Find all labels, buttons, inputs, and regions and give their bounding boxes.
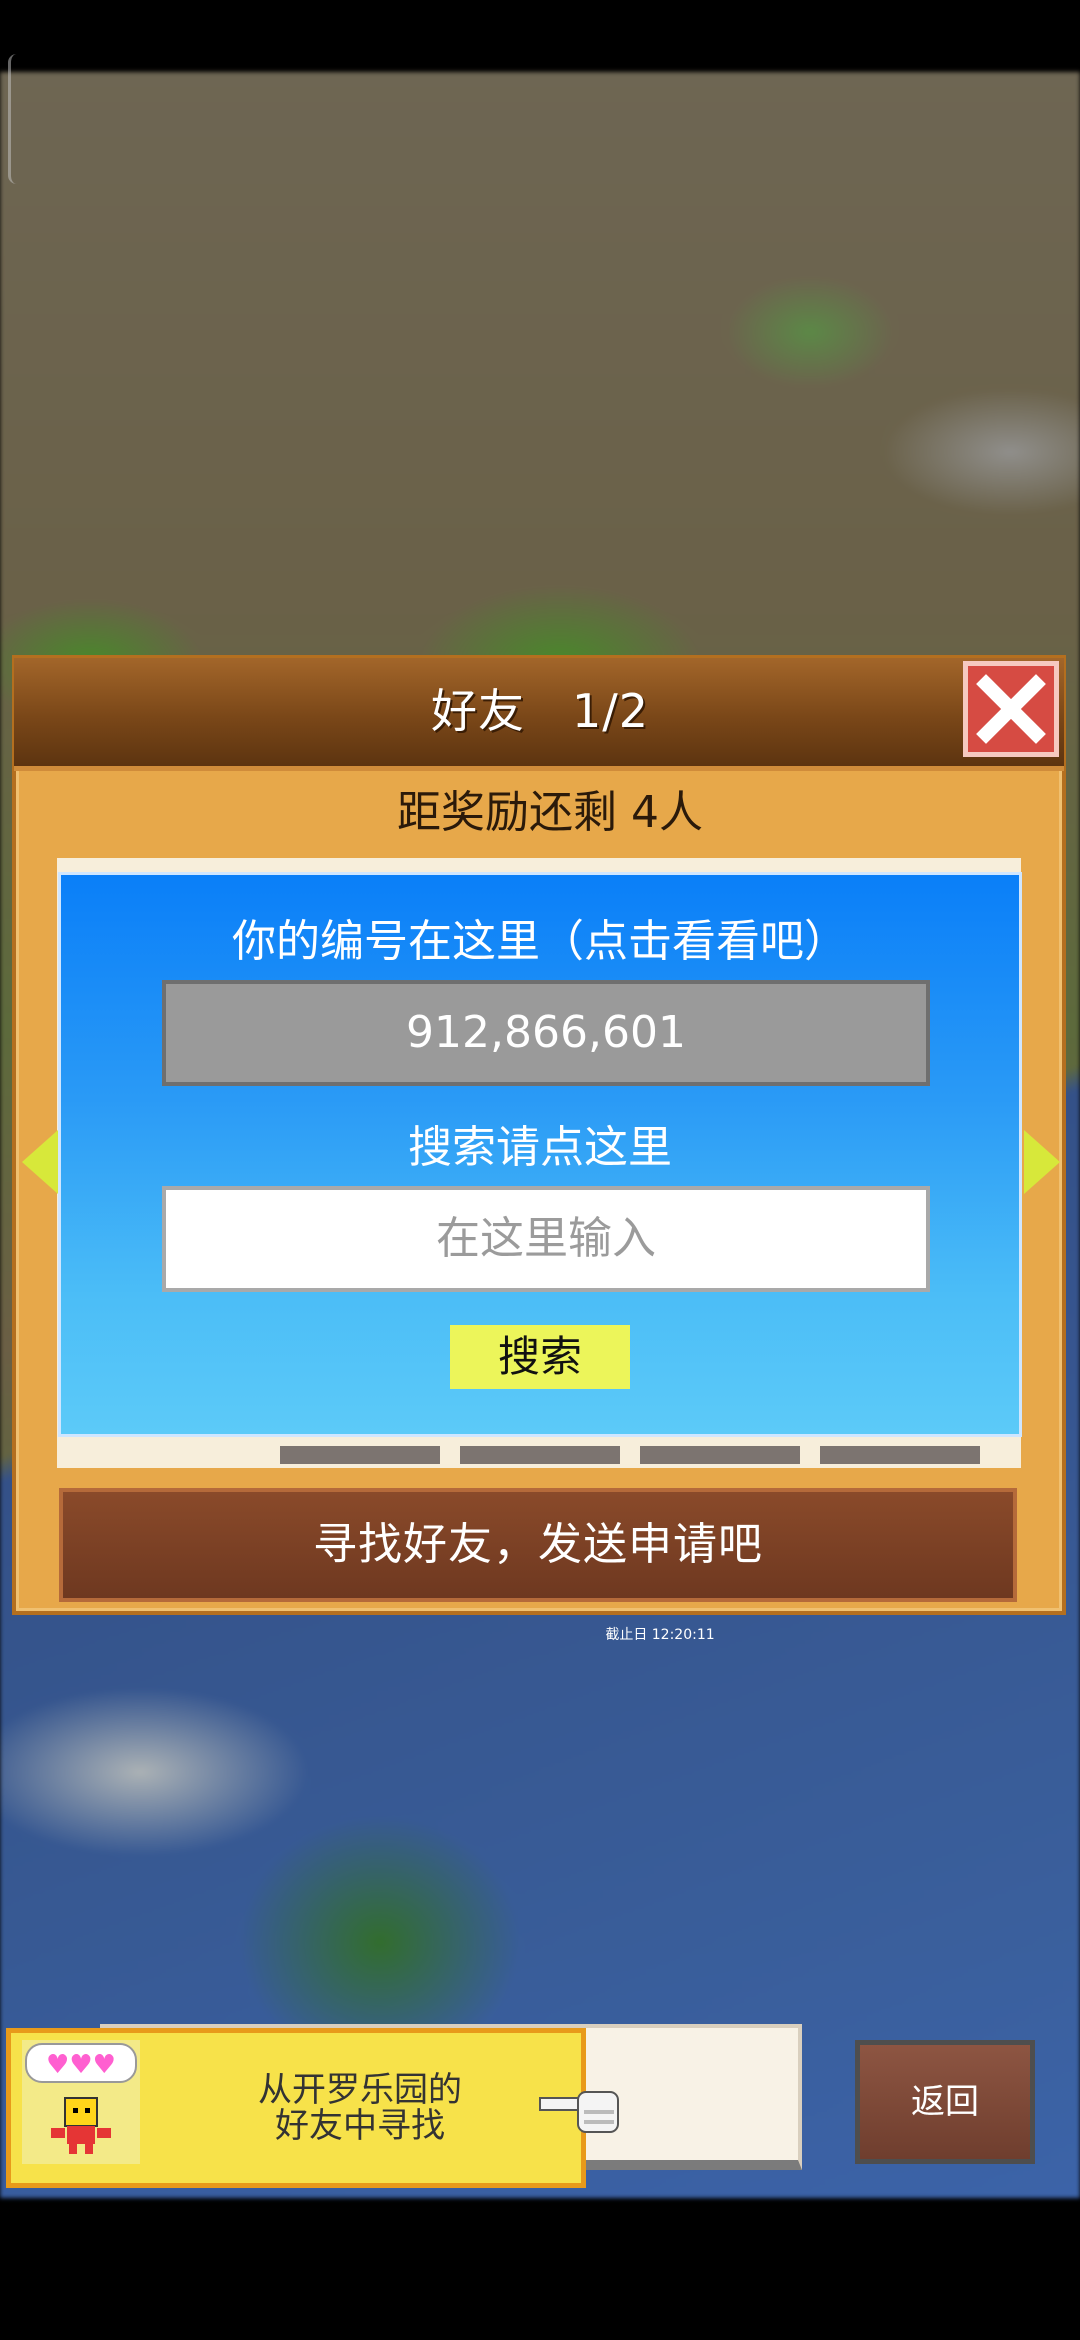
hint-text-line1: 从开罗乐园的 — [258, 2070, 462, 2110]
hint-text-line2: 好友中寻找 — [275, 2106, 445, 2146]
search-input[interactable]: 在这里输入 — [162, 1186, 930, 1292]
dialog-title: 好友 1/2 — [430, 684, 650, 738]
pointing-hand-icon — [539, 2091, 619, 2133]
player-id-field[interactable]: 912,866,601 — [162, 980, 930, 1086]
search-label: 搜索请点这里 — [408, 1122, 672, 1173]
reward-remaining-text: 距奖励还剩 4人 — [397, 787, 703, 838]
list-tab[interactable] — [280, 1446, 440, 1464]
list-tab[interactable] — [820, 1446, 980, 1464]
robot-avatar-icon — [51, 2097, 111, 2154]
deadline-text: 截止日 12:20:11 — [605, 1627, 715, 1643]
find-friends-button[interactable]: 寻找好友，发送申请吧 — [59, 1488, 1017, 1602]
edge-handle — [8, 54, 25, 184]
svg-text:♥♥♥: ♥♥♥ — [46, 2050, 116, 2080]
search-button[interactable]: 搜索 — [450, 1325, 630, 1389]
player-id-label: 你的编号在这里（点击看看吧） — [232, 916, 848, 967]
close-button[interactable] — [963, 661, 1059, 757]
hearts-icon: ♥♥♥ — [25, 2043, 137, 2083]
hint-text: 从开罗乐园的 好友中寻找 — [180, 2072, 540, 2144]
avatar: ♥♥♥ — [22, 2040, 140, 2164]
back-button[interactable]: 返回 — [855, 2040, 1035, 2164]
list-tab[interactable] — [640, 1446, 800, 1464]
close-icon — [976, 674, 1046, 744]
list-tab[interactable] — [460, 1446, 620, 1464]
